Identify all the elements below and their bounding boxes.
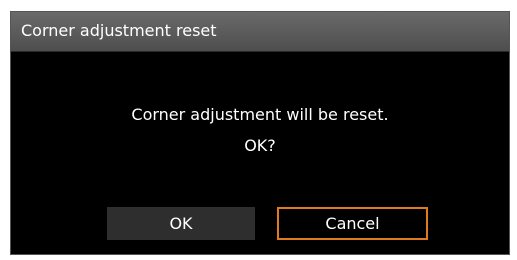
dialog-title-bar: Corner adjustment reset bbox=[11, 12, 509, 52]
cancel-button[interactable]: Cancel bbox=[277, 207, 428, 240]
dialog-title: Corner adjustment reset bbox=[21, 21, 217, 40]
ok-button[interactable]: OK bbox=[107, 207, 255, 240]
dialog-message-line1: Corner adjustment will be reset. bbox=[131, 105, 389, 124]
dialog-message-line2: OK? bbox=[244, 136, 276, 155]
reset-dialog: Corner adjustment reset Corner adjustmen… bbox=[10, 11, 510, 255]
